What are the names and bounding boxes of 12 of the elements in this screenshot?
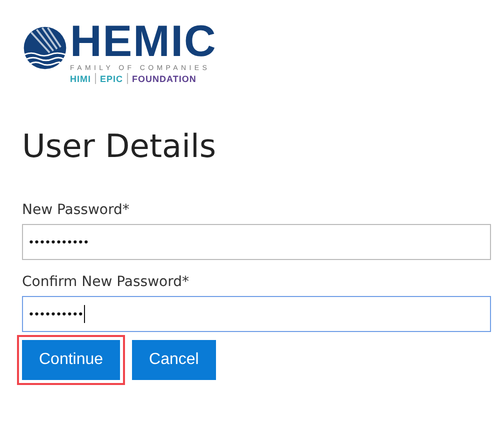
field-label: New Password* (22, 202, 130, 218)
page-title: User Details (22, 126, 218, 166)
action-button[interactable]: Continue (22, 340, 120, 380)
password-field[interactable]: ••••••••••• (22, 224, 491, 260)
logo-brand-label: EPIC (100, 74, 124, 84)
globe-logo-icon (22, 25, 68, 71)
logo-wordmark: HEMIC (70, 22, 217, 62)
logo-brand-label: HIMI (70, 74, 91, 84)
logo-brand-label: FOUNDATION (132, 74, 196, 84)
field-label: Confirm New Password* (22, 274, 190, 290)
action-button[interactable]: Cancel (132, 340, 216, 380)
password-field[interactable]: •••••••••• (22, 296, 491, 332)
